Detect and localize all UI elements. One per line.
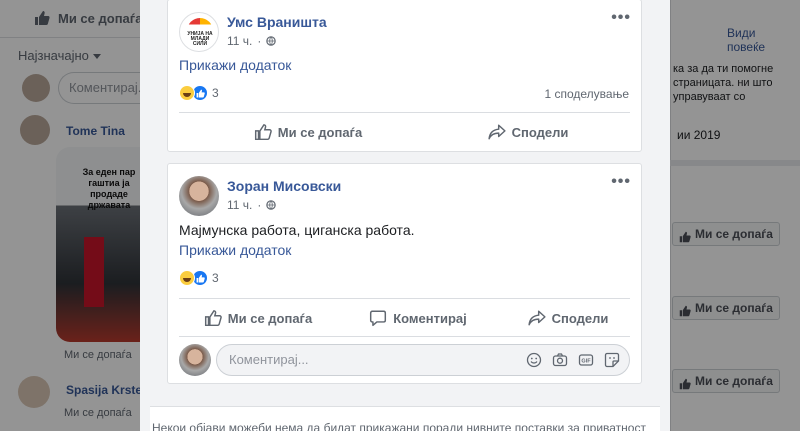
privacy-notice: Некои објави можеби нема да бидат прикаж… [150, 406, 660, 431]
separator-dot: · [257, 198, 262, 212]
avatar[interactable]: УНИЈА НА МЛАДИ СИЛИ [179, 12, 219, 52]
post-author[interactable]: Умс Враништа [227, 14, 327, 30]
globe-icon [266, 36, 277, 46]
post-author[interactable]: Зоран Мисовски [227, 178, 341, 194]
separator-dot: · [257, 34, 262, 48]
reaction-count: 3 [212, 86, 219, 100]
avatar-logo-text: УНИЈА НА МЛАДИ СИЛИ [187, 31, 213, 47]
comment-bubble-icon [370, 310, 387, 327]
post-timestamp[interactable]: 11 ч. [227, 198, 252, 212]
haha-reaction-icon [179, 85, 195, 101]
thumbs-up-icon [254, 124, 272, 141]
like-button[interactable]: Ми се допаѓа [193, 302, 323, 334]
emoji-icon[interactable] [526, 352, 542, 368]
see-attachment-link[interactable]: Прикажи додаток [179, 242, 291, 258]
reaction-count: 3 [212, 271, 219, 285]
avatar[interactable] [179, 176, 219, 216]
reactions-summary[interactable]: 3 [179, 85, 219, 101]
see-attachment-link[interactable]: Прикажи додаток [179, 57, 291, 73]
thumbs-up-icon [204, 310, 222, 327]
comment-button[interactable]: Коментирај [353, 302, 483, 334]
share-count[interactable]: 1 споделување [544, 87, 629, 101]
share-button[interactable]: Сподели [508, 302, 628, 334]
shared-post: Зоран Мисовски 11 ч. · ••• Мајмунска раб… [167, 163, 642, 384]
like-label: Ми се допаѓа [277, 124, 363, 140]
sticker-icon[interactable] [604, 352, 620, 368]
avatar [179, 344, 211, 376]
haha-reaction-icon [179, 270, 195, 286]
post-timestamp[interactable]: 11 ч. [227, 34, 252, 48]
share-button[interactable]: Сподели [468, 116, 588, 148]
divider [179, 336, 630, 337]
logo-icon [187, 18, 213, 31]
share-arrow-icon [528, 310, 546, 326]
share-arrow-icon [488, 124, 506, 140]
post-text: Мајмунска работа, циганска работа. [179, 222, 415, 238]
divider [179, 298, 630, 299]
like-button[interactable]: Ми се допаѓа [228, 116, 388, 148]
comment-composer: Коментирај... GIF [179, 344, 631, 376]
shared-post: УНИЈА НА МЛАДИ СИЛИ Умс Враништа 11 ч. ·… [167, 0, 642, 152]
like-label: Ми се допаѓа [227, 310, 313, 326]
post-meta: 11 ч. · [227, 34, 277, 48]
gif-icon[interactable]: GIF [578, 352, 594, 368]
globe-icon [266, 200, 277, 210]
more-options-icon[interactable]: ••• [611, 173, 631, 191]
share-label: Сподели [551, 310, 609, 326]
more-options-icon[interactable]: ••• [611, 9, 631, 27]
reactions-summary[interactable]: 3 [179, 270, 219, 286]
camera-icon[interactable] [552, 352, 568, 368]
comment-label: Коментирај [393, 310, 467, 326]
svg-text:GIF: GIF [581, 358, 591, 364]
shares-modal: УНИЈА НА МЛАДИ СИЛИ Умс Враништа 11 ч. ·… [140, 0, 670, 431]
share-label: Сподели [511, 124, 569, 140]
divider [179, 112, 630, 113]
post-meta: 11 ч. · [227, 198, 277, 212]
